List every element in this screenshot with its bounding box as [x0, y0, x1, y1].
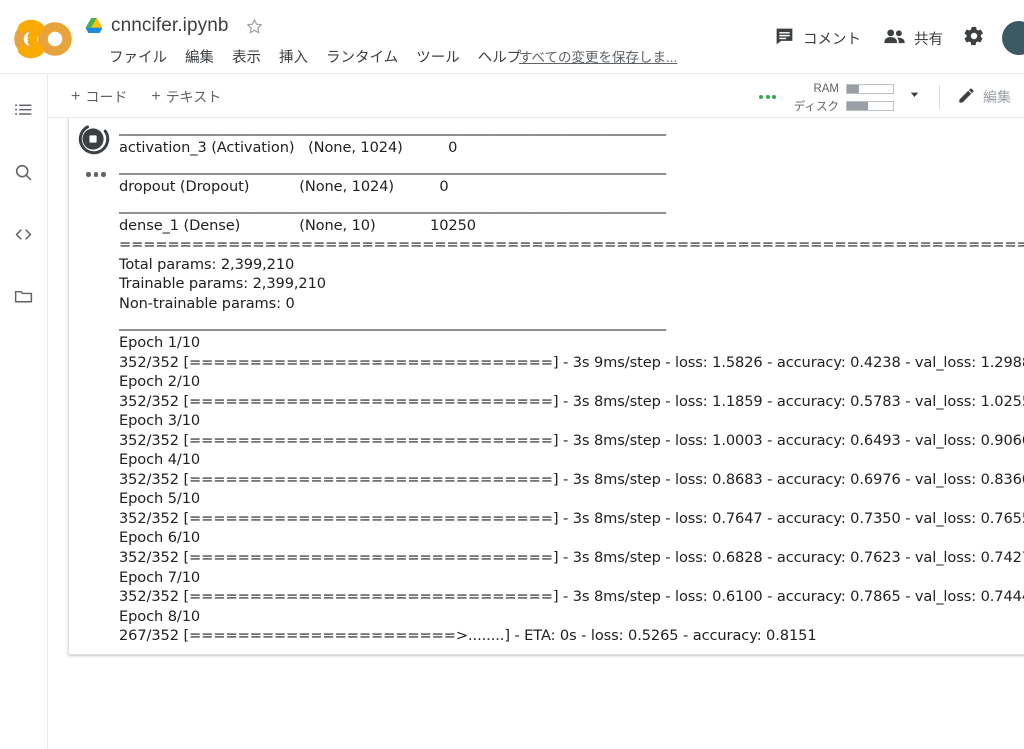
edit-label: 編集 [983, 89, 1011, 105]
comment-icon [774, 26, 795, 51]
comment-label: コメント [803, 31, 861, 48]
stop-circle-icon[interactable] [77, 122, 111, 156]
share-label: 共有 [914, 31, 943, 48]
sidebar-item-search[interactable] [7, 158, 41, 192]
add-code-label: コード [85, 89, 128, 105]
menu-bar: ファイル 編集 表示 挿入 ランタイム ツール ヘルプ [100, 44, 530, 68]
share-button[interactable]: 共有 [872, 21, 954, 56]
notebook-title-row: cnncifer.ipynb [84, 11, 264, 41]
output-text: ________________________________________… [119, 119, 1024, 645]
file-name[interactable]: cnncifer.ipynb [111, 15, 229, 37]
more-vert-icon[interactable] [83, 166, 109, 183]
runtime-dropdown-button[interactable] [898, 79, 931, 115]
search-icon [13, 162, 34, 188]
avatar[interactable] [1002, 21, 1024, 55]
comment-button[interactable]: コメント [763, 20, 872, 57]
code-snippets-icon [13, 224, 34, 250]
resource-meters[interactable]: RAM ディスク [787, 80, 898, 115]
notebook-toolbar: + コード + テキスト RAM ディスク 編集 [48, 74, 1024, 118]
plus-icon: + [71, 88, 81, 105]
save-status[interactable]: すべての変更を保存しま... [519, 46, 677, 66]
gear-icon [963, 25, 985, 52]
menu-item-runtime[interactable]: ランタイム [317, 44, 407, 69]
pencil-icon [957, 86, 976, 108]
colab-logo[interactable] [13, 16, 73, 62]
folder-icon [13, 286, 34, 312]
menu-item-tools[interactable]: ツール [407, 44, 469, 69]
settings-button[interactable] [954, 18, 994, 59]
app-header: cnncifer.ipynb ファイル 編集 表示 挿入 ランタイム ツール ヘ… [0, 0, 1024, 74]
people-icon [883, 27, 906, 50]
ram-meter: RAM [791, 82, 894, 96]
toolbar-status-group: RAM ディスク 編集 [757, 80, 1020, 114]
add-text-cell-button[interactable]: + テキスト [142, 83, 230, 111]
left-sidebar [0, 74, 48, 749]
code-cell[interactable]: ________________________________________… [68, 118, 1024, 655]
cell-output: ________________________________________… [119, 118, 1024, 654]
sidebar-item-files[interactable] [7, 282, 41, 316]
connected-dots-icon[interactable] [757, 89, 778, 105]
edit-mode-button[interactable]: 編集 [948, 81, 1020, 113]
toolbar-add-group: + コード + テキスト [62, 83, 230, 111]
ram-bar [846, 83, 894, 94]
toolbar-divider [939, 85, 940, 109]
menu-item-view[interactable]: 表示 [223, 44, 270, 69]
star-icon[interactable] [245, 17, 264, 36]
cell-gutter [69, 118, 119, 654]
sidebar-item-snippets[interactable] [7, 220, 41, 254]
sidebar-item-toc[interactable] [7, 96, 41, 130]
drive-icon [84, 17, 104, 35]
menu-item-file[interactable]: ファイル [100, 44, 176, 69]
plus-icon: + [151, 88, 161, 105]
disk-bar [846, 100, 894, 111]
add-code-cell-button[interactable]: + コード [62, 83, 136, 111]
header-actions: コメント 共有 [763, 18, 1024, 58]
notebook-body: ________________________________________… [48, 118, 1024, 749]
table-of-contents-icon [13, 100, 34, 126]
chevron-down-icon [907, 87, 922, 107]
add-text-label: テキスト [165, 89, 222, 105]
menu-item-insert[interactable]: 挿入 [270, 44, 317, 69]
ram-label: RAM [813, 82, 839, 95]
disk-label: ディスク [793, 100, 839, 113]
menu-item-edit[interactable]: 編集 [176, 44, 223, 69]
disk-meter: ディスク [791, 99, 894, 113]
